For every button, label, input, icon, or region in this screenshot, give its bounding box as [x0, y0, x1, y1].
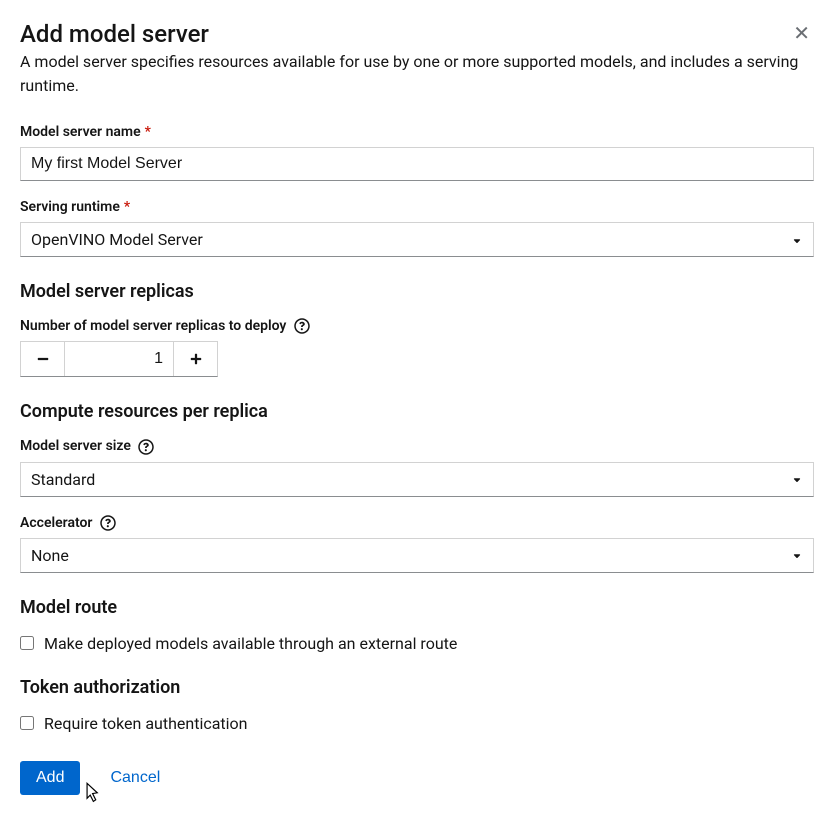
accelerator-value: None [20, 538, 814, 573]
increment-button[interactable] [173, 342, 217, 376]
accelerator-select[interactable]: None [20, 538, 814, 573]
cursor-pointer-icon [80, 781, 102, 807]
compute-heading: Compute resources per replica [20, 401, 814, 422]
serving-runtime-value: OpenVINO Model Server [20, 222, 814, 257]
runtime-label: Serving runtime* [20, 199, 814, 215]
required-indicator: * [124, 199, 130, 215]
cancel-button[interactable]: Cancel [110, 769, 160, 787]
external-route-checkbox[interactable] [20, 636, 34, 650]
size-label: Model server size [20, 438, 814, 454]
add-button[interactable]: Add [20, 761, 80, 795]
decrement-button[interactable] [21, 342, 65, 376]
external-route-label[interactable]: Make deployed models available through a… [44, 634, 457, 653]
modal-title: Add model server [20, 20, 209, 48]
help-icon[interactable] [294, 318, 310, 334]
help-icon[interactable] [100, 515, 116, 531]
model-server-size-select[interactable]: Standard [20, 462, 814, 497]
token-heading: Token authorization [20, 677, 814, 698]
required-indicator: * [145, 124, 151, 140]
model-server-name-input[interactable] [20, 147, 814, 181]
plus-icon [190, 353, 202, 365]
replicas-heading: Model server replicas [20, 281, 814, 302]
modal-description: A model server specifies resources avail… [20, 50, 814, 98]
serving-runtime-select[interactable]: OpenVINO Model Server [20, 222, 814, 257]
close-button[interactable]: ✕ [789, 20, 814, 48]
token-auth-checkbox[interactable] [20, 716, 34, 730]
minus-icon [37, 353, 49, 365]
accelerator-label: Accelerator [20, 515, 814, 531]
token-auth-label[interactable]: Require token authentication [44, 714, 248, 733]
close-icon: ✕ [793, 23, 810, 45]
replicas-count-label: Number of model server replicas to deplo… [20, 318, 814, 334]
route-heading: Model route [20, 597, 814, 618]
replicas-stepper [20, 341, 218, 377]
replicas-count-input[interactable] [65, 342, 173, 376]
help-icon[interactable] [138, 439, 154, 455]
name-label: Model server name* [20, 124, 814, 140]
size-value: Standard [20, 462, 814, 497]
